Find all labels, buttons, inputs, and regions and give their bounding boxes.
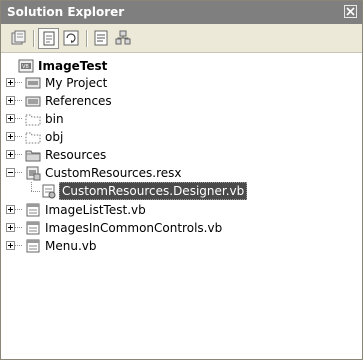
title-bar[interactable]: Solution Explorer (1, 1, 362, 24)
properties-button[interactable] (9, 28, 30, 49)
tree-item-label: bin (45, 112, 64, 126)
tree-item-menu[interactable]: Menu.vb (1, 237, 362, 255)
resx-file-icon (26, 166, 41, 181)
tree-item-customresources-resx[interactable]: CustomResources.resx (1, 164, 362, 182)
tree-item-imagesincommoncontrols[interactable]: ImagesInCommonControls.vb (1, 219, 362, 237)
show-all-files-icon (43, 31, 55, 46)
tree-item-label: ImagesInCommonControls.vb (45, 221, 223, 235)
close-button[interactable] (344, 5, 357, 18)
properties-icon (11, 30, 26, 45)
vb-form-icon (26, 239, 40, 253)
expander[interactable] (6, 78, 15, 87)
expander[interactable] (6, 205, 15, 214)
close-icon (346, 7, 355, 16)
tree-item-label: CustomResources.resx (45, 166, 182, 180)
tree-item-my-project[interactable]: My Project (1, 74, 362, 92)
refresh-icon (63, 30, 79, 46)
tree-item-label: References (45, 94, 112, 108)
view-code-icon (94, 30, 108, 46)
folder-dashed-icon (25, 114, 41, 126)
show-all-files-button[interactable] (38, 28, 59, 49)
tree-item-label: obj (45, 130, 64, 144)
solution-tree: VB ImageTest My Project References bin o… (1, 53, 362, 359)
window-title: Solution Explorer (7, 5, 125, 19)
solution-explorer-window: Solution Explorer VB ImageTest My Projec… (0, 0, 363, 360)
refresh-button[interactable] (61, 28, 82, 49)
folder-dashed-icon (25, 132, 41, 144)
tree-item-label: My Project (45, 76, 108, 90)
tree-item-obj[interactable]: obj (1, 128, 362, 146)
vb-form-icon (26, 221, 40, 235)
tree-item-label: ImageListTest.vb (45, 203, 146, 217)
svg-text:VB: VB (22, 64, 29, 70)
tree-item-label: Menu.vb (45, 239, 97, 253)
tree-item-label: CustomResources.Designer.vb (59, 182, 248, 200)
class-view-button[interactable] (113, 28, 134, 49)
folder-icon (25, 150, 41, 162)
expander[interactable] (6, 114, 15, 123)
expander[interactable] (6, 223, 15, 232)
expander[interactable] (6, 150, 15, 159)
my-project-icon (25, 77, 41, 89)
references-icon (25, 96, 41, 107)
tree-item-imagelisttest[interactable]: ImageListTest.vb (1, 201, 362, 219)
expander[interactable] (6, 132, 15, 141)
tree-item-customresources-designer[interactable]: CustomResources.Designer.vb (1, 182, 362, 200)
expander[interactable] (6, 168, 15, 177)
tree-item-references[interactable]: References (1, 92, 362, 110)
view-code-button[interactable] (91, 28, 112, 49)
tree-item-label: Resources (45, 148, 107, 162)
vb-form-icon (26, 203, 40, 217)
vb-designer-file-icon (42, 184, 56, 199)
class-view-icon (115, 30, 131, 45)
expander[interactable] (6, 241, 15, 250)
expander[interactable] (6, 96, 15, 105)
toolbar (1, 24, 362, 53)
project-name: ImageTest (38, 59, 108, 73)
tree-item-project[interactable]: VB ImageTest (1, 57, 362, 75)
vb-project-icon: VB (18, 59, 34, 73)
tree-item-bin[interactable]: bin (1, 110, 362, 128)
tree-item-resources[interactable]: Resources (1, 146, 362, 164)
